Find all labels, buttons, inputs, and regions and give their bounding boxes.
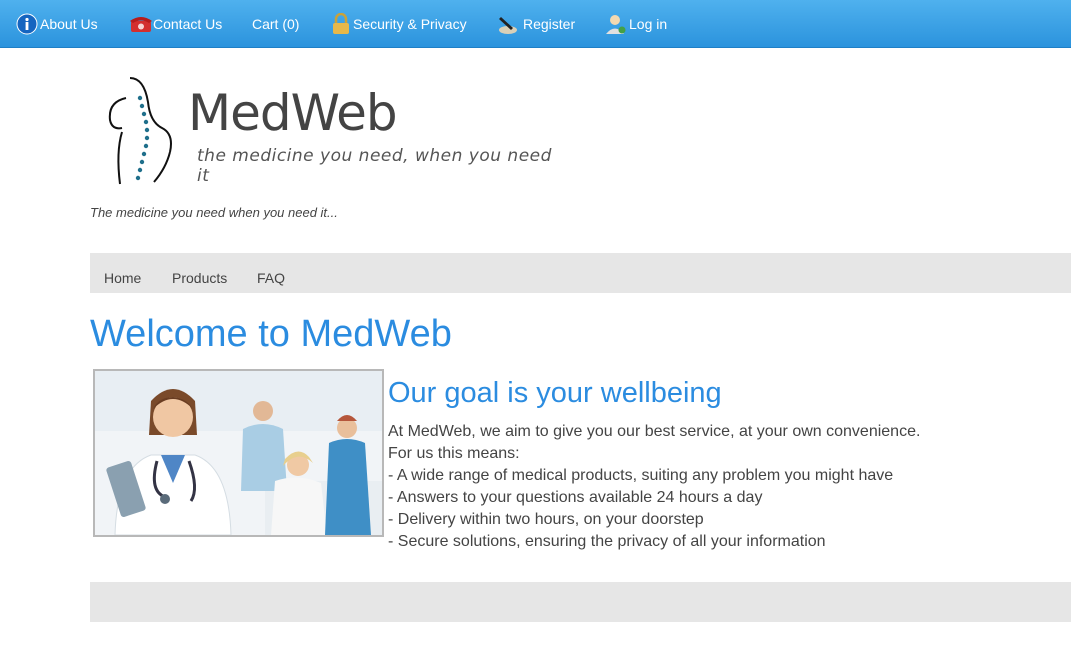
logo-subtitle: the medicine you need, when you need it [197,146,552,186]
nav-home[interactable]: Home [104,270,141,286]
phone-icon [129,15,153,33]
nav-faq[interactable]: FAQ [257,270,285,286]
about-us-link[interactable]: About Us [16,0,98,48]
benefit-item: - Answers to your questions available 24… [388,489,763,506]
pen-icon [497,13,523,35]
footer-bar [90,582,1071,622]
page-title: Welcome to MedWeb [90,313,452,355]
section-heading: Our goal is your wellbeing [388,377,722,409]
benefit-item: - Secure solutions, ensuring the privacy… [388,533,826,550]
spine-logo-icon [108,77,172,185]
intro-line: At MedWeb, we aim to give you our best s… [388,423,921,440]
contact-us-link[interactable]: Contact Us [129,0,222,48]
main-nav: Home Products FAQ [90,253,1071,293]
benefit-item: - Delivery within two hours, on your doo… [388,511,704,528]
intro-text: At MedWeb, we aim to give you our best s… [388,421,920,553]
tagline: The medicine you need when you need it..… [90,205,338,220]
benefit-item: - A wide range of medical products, suit… [388,467,894,484]
nav-products[interactable]: Products [172,270,227,286]
top-bar: About Us Contact Us Cart (0) Security & … [0,0,1071,48]
register-link[interactable]: Register [497,0,575,48]
log-in-link[interactable]: Log in [605,0,667,48]
security-privacy-link[interactable]: Security & Privacy [331,0,467,48]
site-logo[interactable]: MedWeb the medicine you need, when you n… [104,72,564,190]
cart-link[interactable]: Cart (0) [252,0,299,48]
intro-line: For us this means: [388,445,520,462]
info-icon [16,13,38,35]
logo-title: MedWeb [188,84,398,142]
user-icon [605,13,627,35]
lock-icon [331,13,351,35]
doctor-photo [93,369,384,537]
